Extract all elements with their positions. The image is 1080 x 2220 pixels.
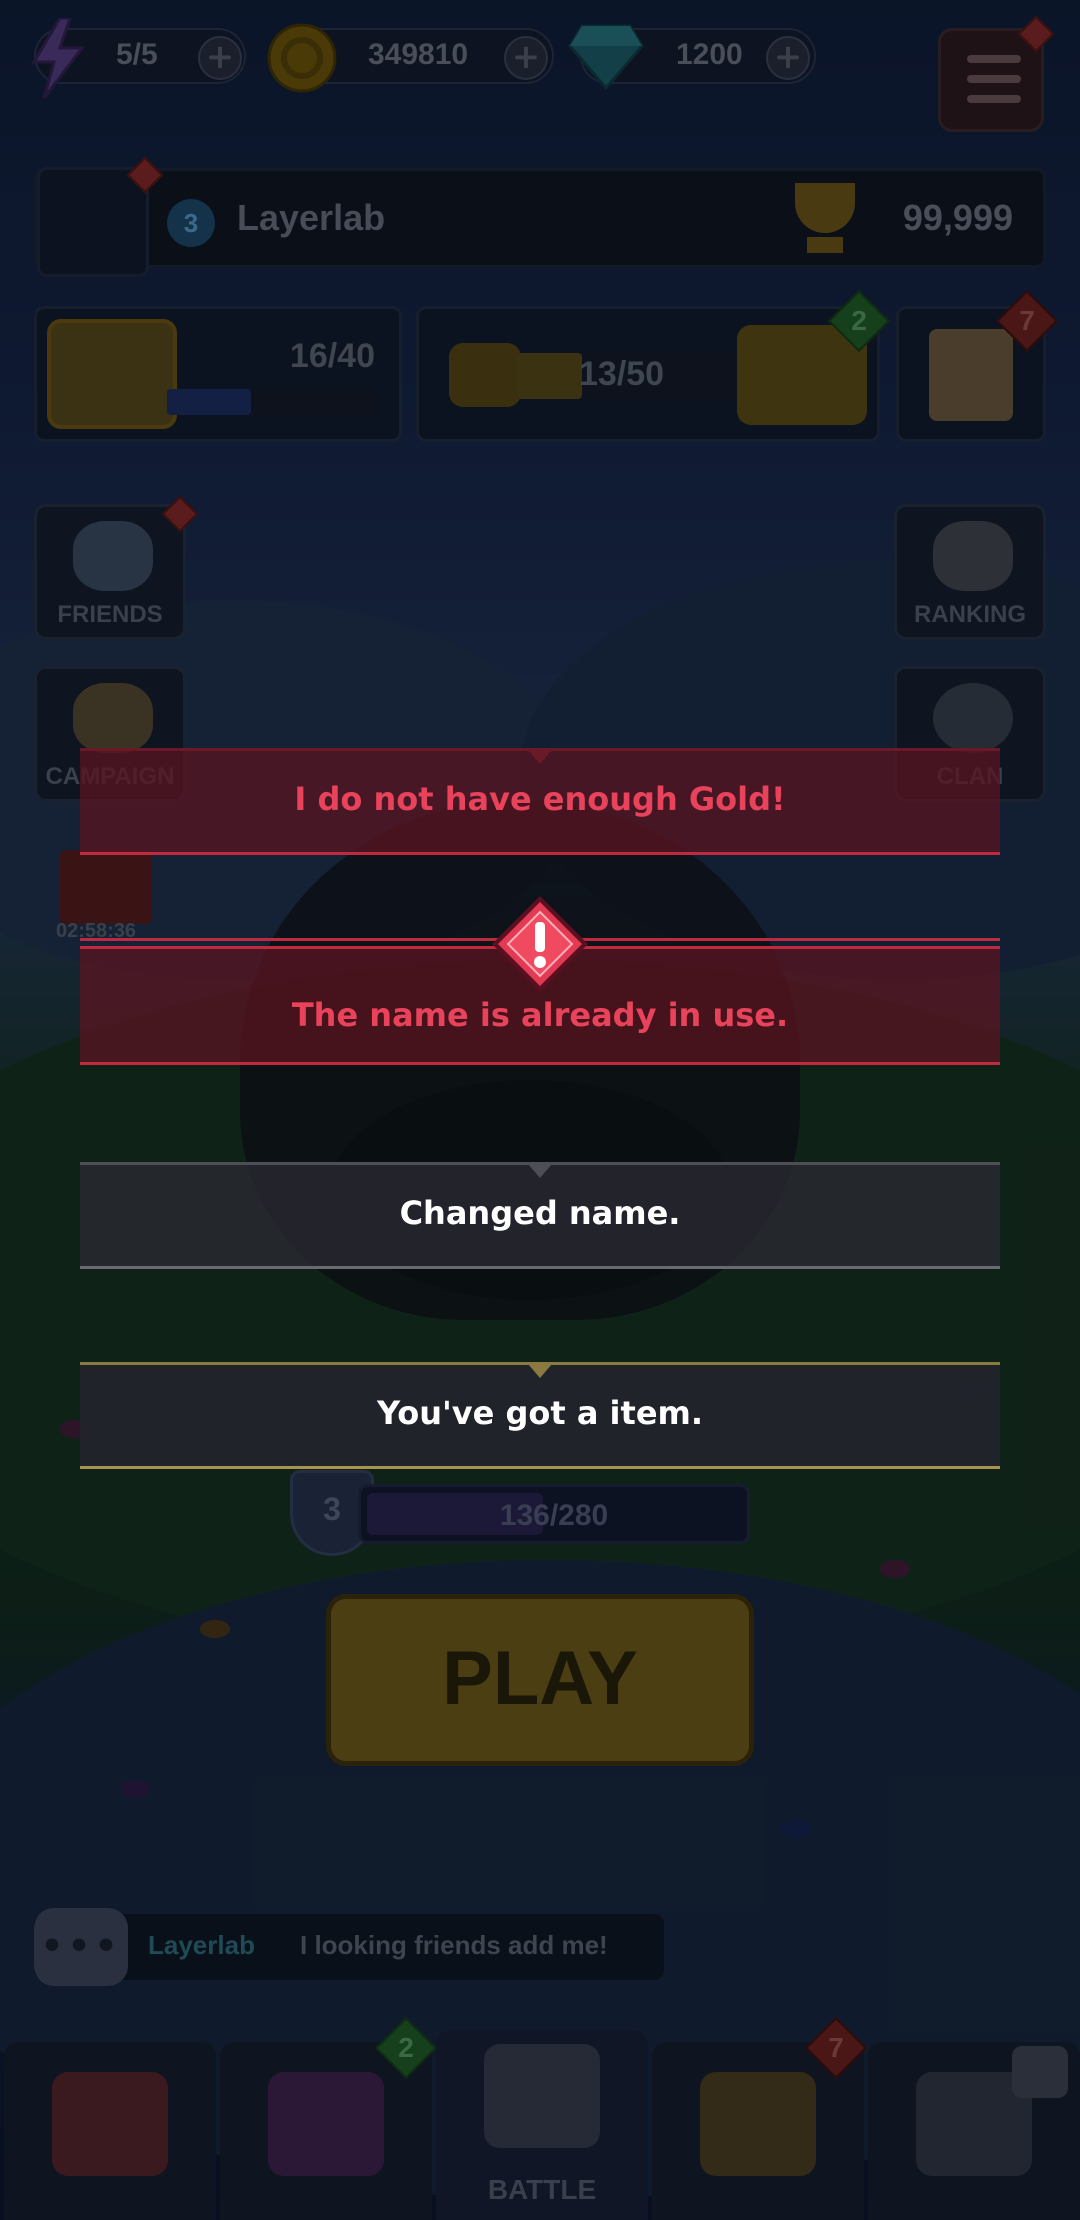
add-energy-button[interactable]: + [198, 36, 242, 80]
diamond-icon [568, 24, 644, 90]
gold-value: 349810 [368, 38, 469, 71]
crown-icon [449, 343, 521, 407]
player-name: Layerlab [237, 197, 386, 238]
clipboard-icon [929, 329, 1013, 421]
play-label: PLAY [442, 1636, 638, 1721]
nav-tab-cards[interactable]: 2 [220, 2016, 438, 2220]
friends-button[interactable]: FRIENDS [34, 495, 199, 640]
friends-label: FRIENDS [57, 601, 163, 628]
menu-button[interactable] [938, 15, 1055, 132]
battle-label: BATTLE [487, 2174, 597, 2205]
toast-bottom-border [80, 1266, 1000, 1269]
podium-icon [933, 521, 1013, 591]
chest-icon [47, 319, 177, 429]
add-gems-button[interactable]: + [766, 36, 810, 80]
gold-counter: 349810 + [267, 23, 554, 93]
exclamation-icon [492, 896, 588, 992]
crossed-swords-icon [484, 2044, 600, 2148]
friends-icon [73, 521, 153, 591]
toast-message: You've got a item. [376, 1394, 704, 1432]
player-level-badge: 3 [167, 199, 215, 247]
gem-value: 1200 [676, 38, 743, 71]
crown-progress-fill [517, 353, 582, 399]
nav-tab-battle[interactable]: BATTLE [436, 2030, 648, 2220]
hero-xp-text: 136/280 [499, 1499, 609, 1532]
toast-bottom-border [80, 1062, 1000, 1065]
trophy-count: 99,999 [902, 197, 1013, 238]
toast-notch [528, 750, 552, 764]
ranking-label: RANKING [914, 601, 1026, 628]
toast-bottom-border [80, 1466, 1000, 1469]
nav-tab-inventory[interactable]: 7 [652, 2016, 868, 2220]
gem-counter: 1200 + [568, 24, 816, 90]
toast-message: The name is already in use. [291, 996, 789, 1034]
chat-message: I looking friends add me! [300, 1930, 608, 1960]
toast-changed-name: Changed name. [80, 1162, 1000, 1270]
ranking-button[interactable]: RANKING [894, 504, 1046, 640]
chest-progress-fill [167, 389, 251, 415]
toast-notch [528, 1164, 552, 1178]
toast-notch [528, 1364, 552, 1378]
hamburger-icon [941, 31, 1041, 129]
toast-message: I do not have enough Gold! [294, 780, 786, 818]
hero-xp-bar: 136/280 [358, 1484, 750, 1544]
nav-tab-shop[interactable] [4, 2042, 216, 2220]
chest-progress-bar [167, 389, 377, 415]
play-button[interactable]: PLAY [326, 1594, 754, 1766]
toast-got-item: You've got a item. [80, 1362, 1000, 1470]
castle-badge-count: 2 [851, 305, 867, 336]
energy-value: 5/5 [116, 38, 158, 71]
chest-progress-panel[interactable]: 16/40 [34, 306, 402, 442]
cards-badge-count: 2 [398, 2032, 414, 2063]
chest-progress-text: 16/40 [289, 337, 375, 375]
toast-message: Changed name. [399, 1194, 681, 1232]
shop-icon [52, 2072, 168, 2176]
profile-bar[interactable]: 3 Layerlab 99,999 [34, 156, 1046, 277]
quest-badge-count: 7 [1019, 305, 1035, 336]
map-icon [73, 683, 153, 753]
chat-bubble-icon[interactable]: ••• [34, 1908, 128, 1986]
trophy-icon [777, 183, 873, 255]
gift-icon[interactable] [60, 850, 152, 924]
toast-bottom-border [80, 852, 1000, 855]
inventory-badge-count: 7 [828, 2032, 844, 2063]
energy-counter: 5/5 + [31, 18, 246, 98]
lock-icon [1012, 2046, 1068, 2098]
quests-button[interactable]: 7 [896, 289, 1059, 442]
chat-sender: Layerlab [148, 1930, 255, 1960]
chest-icon [700, 2072, 816, 2176]
clan-emblem-icon [933, 683, 1013, 753]
book-icon [268, 2072, 384, 2176]
avatar[interactable] [37, 156, 164, 277]
add-gold-button[interactable]: + [504, 36, 548, 80]
crown-progress-text: 13/50 [579, 355, 665, 393]
crown-progress-panel[interactable]: 13/50 2 [416, 289, 891, 442]
toast-not-enough-gold: I do not have enough Gold! [80, 748, 1000, 856]
chat-bar[interactable]: ••• Layerlab I looking friends add me! [34, 1908, 664, 1986]
lightning-icon [31, 18, 86, 98]
coin-icon [267, 23, 337, 93]
